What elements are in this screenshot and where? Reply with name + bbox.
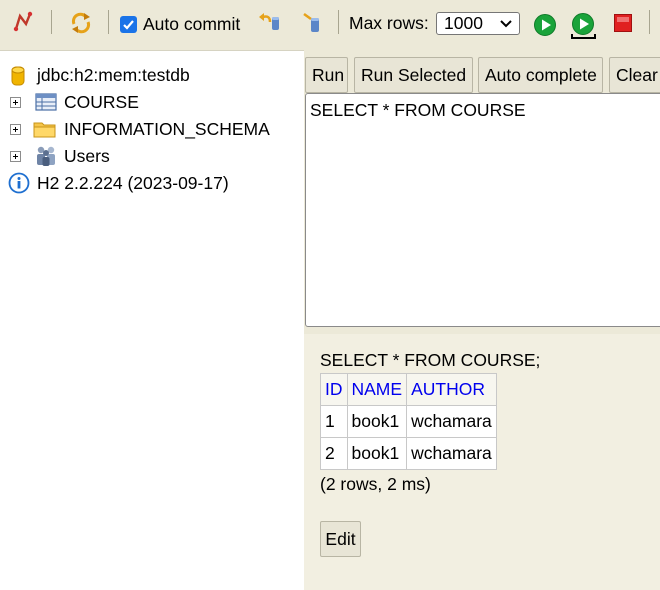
max-rows-label: Max rows:: [349, 13, 429, 33]
rollback-icon[interactable]: [256, 10, 282, 32]
tree-item-label: Users: [64, 146, 110, 166]
max-rows-value: 1000: [444, 13, 483, 33]
tree-item-information-schema[interactable]: INFORMATION_SCHEMA: [0, 117, 300, 141]
run-button[interactable]: Run: [305, 57, 348, 93]
sql-text: SELECT * FROM COURSE: [310, 100, 526, 120]
column-header[interactable]: NAME: [346, 373, 408, 406]
table-cell: wchamara: [406, 405, 497, 438]
auto-commit-label: Auto commit: [143, 13, 241, 34]
connection-label: jdbc:h2:mem:testdb: [37, 65, 190, 85]
clear-button[interactable]: Clear: [609, 57, 660, 93]
database-icon: [11, 66, 25, 86]
table-row: 1 book1 wchamara: [320, 405, 497, 438]
chevron-down-icon: [500, 20, 512, 28]
users-icon: [37, 146, 55, 166]
schema-tree: jdbc:h2:mem:testdb COURSE INFORMATION_SC…: [0, 50, 304, 590]
toolbar-separator: [338, 10, 339, 34]
table-row: 2 book1 wchamara: [320, 437, 497, 470]
column-header[interactable]: AUTHOR: [406, 373, 497, 406]
tree-item-users[interactable]: Users: [0, 144, 300, 168]
toolbar-separator: [108, 10, 109, 34]
table-cell: 2: [320, 437, 348, 470]
expand-icon[interactable]: [10, 124, 21, 135]
auto-commit-toggle[interactable]: Auto commit: [120, 12, 240, 36]
table-cell: book1: [346, 437, 408, 470]
commit-icon[interactable]: [301, 10, 323, 34]
table-cell: 1: [320, 405, 348, 438]
version-label: H2 2.2.224 (2023-09-17): [37, 173, 229, 193]
expand-icon[interactable]: [10, 97, 21, 108]
info-icon: [8, 172, 30, 194]
run-icon[interactable]: [533, 13, 557, 37]
tree-item-course[interactable]: COURSE: [0, 90, 300, 114]
expand-icon[interactable]: [10, 151, 21, 162]
toolbar-separator: [649, 10, 650, 34]
refresh-icon[interactable]: [68, 10, 94, 36]
max-rows-select[interactable]: 1000: [436, 12, 520, 35]
edit-button[interactable]: Edit: [320, 521, 361, 557]
run-selected-icon[interactable]: [569, 11, 599, 41]
table-header-row: ID NAME AUTHOR: [320, 373, 497, 406]
version-info: H2 2.2.224 (2023-09-17): [0, 171, 260, 195]
toolbar: Auto commit Max rows: 1000: [0, 0, 660, 51]
tree-item-label: COURSE: [64, 92, 139, 112]
result-statement: SELECT * FROM COURSE;: [320, 350, 541, 370]
result-table: ID NAME AUTHOR 1 book1 wchamara 2 book1 …: [320, 373, 497, 470]
toolbar-separator: [51, 10, 52, 34]
run-selected-button[interactable]: Run Selected: [354, 57, 473, 93]
sql-editor[interactable]: SELECT * FROM COURSE: [305, 93, 660, 327]
folder-icon: [33, 122, 56, 138]
table-icon: [35, 93, 57, 111]
auto-complete-button[interactable]: Auto complete: [478, 57, 603, 93]
table-cell: book1: [346, 405, 408, 438]
tree-item-label: INFORMATION_SCHEMA: [64, 119, 270, 139]
table-cell: wchamara: [406, 437, 497, 470]
connection-node[interactable]: jdbc:h2:mem:testdb: [0, 63, 220, 87]
disconnect-icon[interactable]: [11, 10, 35, 34]
result-status: (2 rows, 2 ms): [320, 474, 431, 494]
checkmark-icon: [123, 19, 134, 30]
column-header[interactable]: ID: [320, 373, 348, 406]
stop-icon[interactable]: [613, 13, 633, 33]
auto-commit-checkbox[interactable]: [120, 15, 137, 33]
